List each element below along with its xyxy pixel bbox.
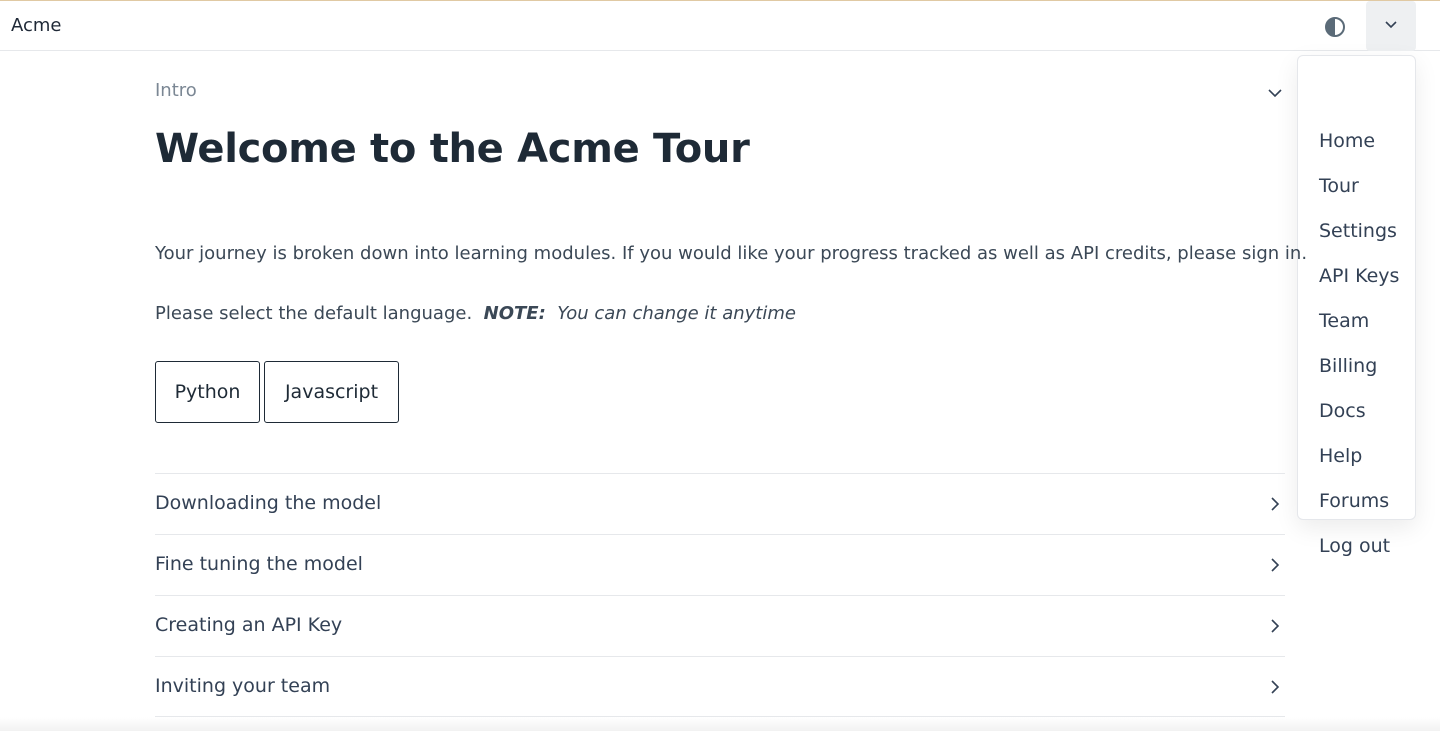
menu-item-forums[interactable]: Forums	[1319, 486, 1389, 516]
chevron-right-icon	[1265, 494, 1285, 514]
module-label: Fine tuning the model	[155, 553, 363, 575]
chevron-right-icon	[1265, 555, 1285, 575]
bottom-shadow	[0, 717, 1440, 731]
chevron-right-icon	[1265, 616, 1285, 636]
chevron-down-icon	[1383, 16, 1399, 36]
contrast-icon[interactable]	[1323, 15, 1347, 39]
note-label: NOTE:	[483, 303, 546, 324]
language-prompt: Please select the default language. NOTE…	[155, 303, 796, 324]
module-list: Downloading the model Fine tuning the mo…	[155, 473, 1285, 717]
menu-item-api-keys[interactable]: API Keys	[1319, 261, 1399, 291]
menu-item-tour[interactable]: Tour	[1319, 171, 1359, 201]
module-row[interactable]: Creating an API Key	[155, 595, 1285, 656]
module-label: Inviting your team	[155, 675, 331, 697]
python-button[interactable]: Python	[155, 361, 260, 423]
module-row[interactable]: Downloading the model	[155, 473, 1285, 534]
module-row[interactable]: Fine tuning the model	[155, 534, 1285, 595]
intro-description: Your journey is broken down into learnin…	[155, 243, 1308, 264]
section-label: Intro	[155, 80, 197, 101]
menu-item-help[interactable]: Help	[1319, 441, 1362, 471]
chevron-right-icon	[1265, 677, 1285, 697]
menu-item-settings[interactable]: Settings	[1319, 216, 1397, 246]
module-label: Creating an API Key	[155, 614, 343, 636]
module-row[interactable]: Inviting your team	[155, 656, 1285, 717]
intro-section-header[interactable]: Intro	[155, 78, 1285, 106]
chevron-down-icon[interactable]	[1265, 82, 1285, 102]
menu-item-team[interactable]: Team	[1319, 306, 1369, 336]
menu-item-billing[interactable]: Billing	[1319, 351, 1377, 381]
menu-toggle-button[interactable]	[1366, 1, 1416, 51]
note-text: You can change it anytime	[557, 303, 796, 324]
menu-item-log-out[interactable]: Log out	[1319, 531, 1390, 561]
module-label: Downloading the model	[155, 492, 382, 514]
menu-item-home[interactable]: Home	[1319, 126, 1375, 156]
javascript-button[interactable]: Javascript	[264, 361, 399, 423]
page-title: Welcome to the Acme Tour	[155, 126, 750, 172]
language-prompt-text: Please select the default language.	[155, 303, 473, 324]
brand-logo[interactable]: Acme	[11, 15, 62, 36]
top-navbar: Acme	[0, 0, 1440, 51]
menu-item-docs[interactable]: Docs	[1319, 396, 1366, 426]
nav-dropdown-menu: Home Tour Settings API Keys Team Billing…	[1297, 55, 1416, 557]
